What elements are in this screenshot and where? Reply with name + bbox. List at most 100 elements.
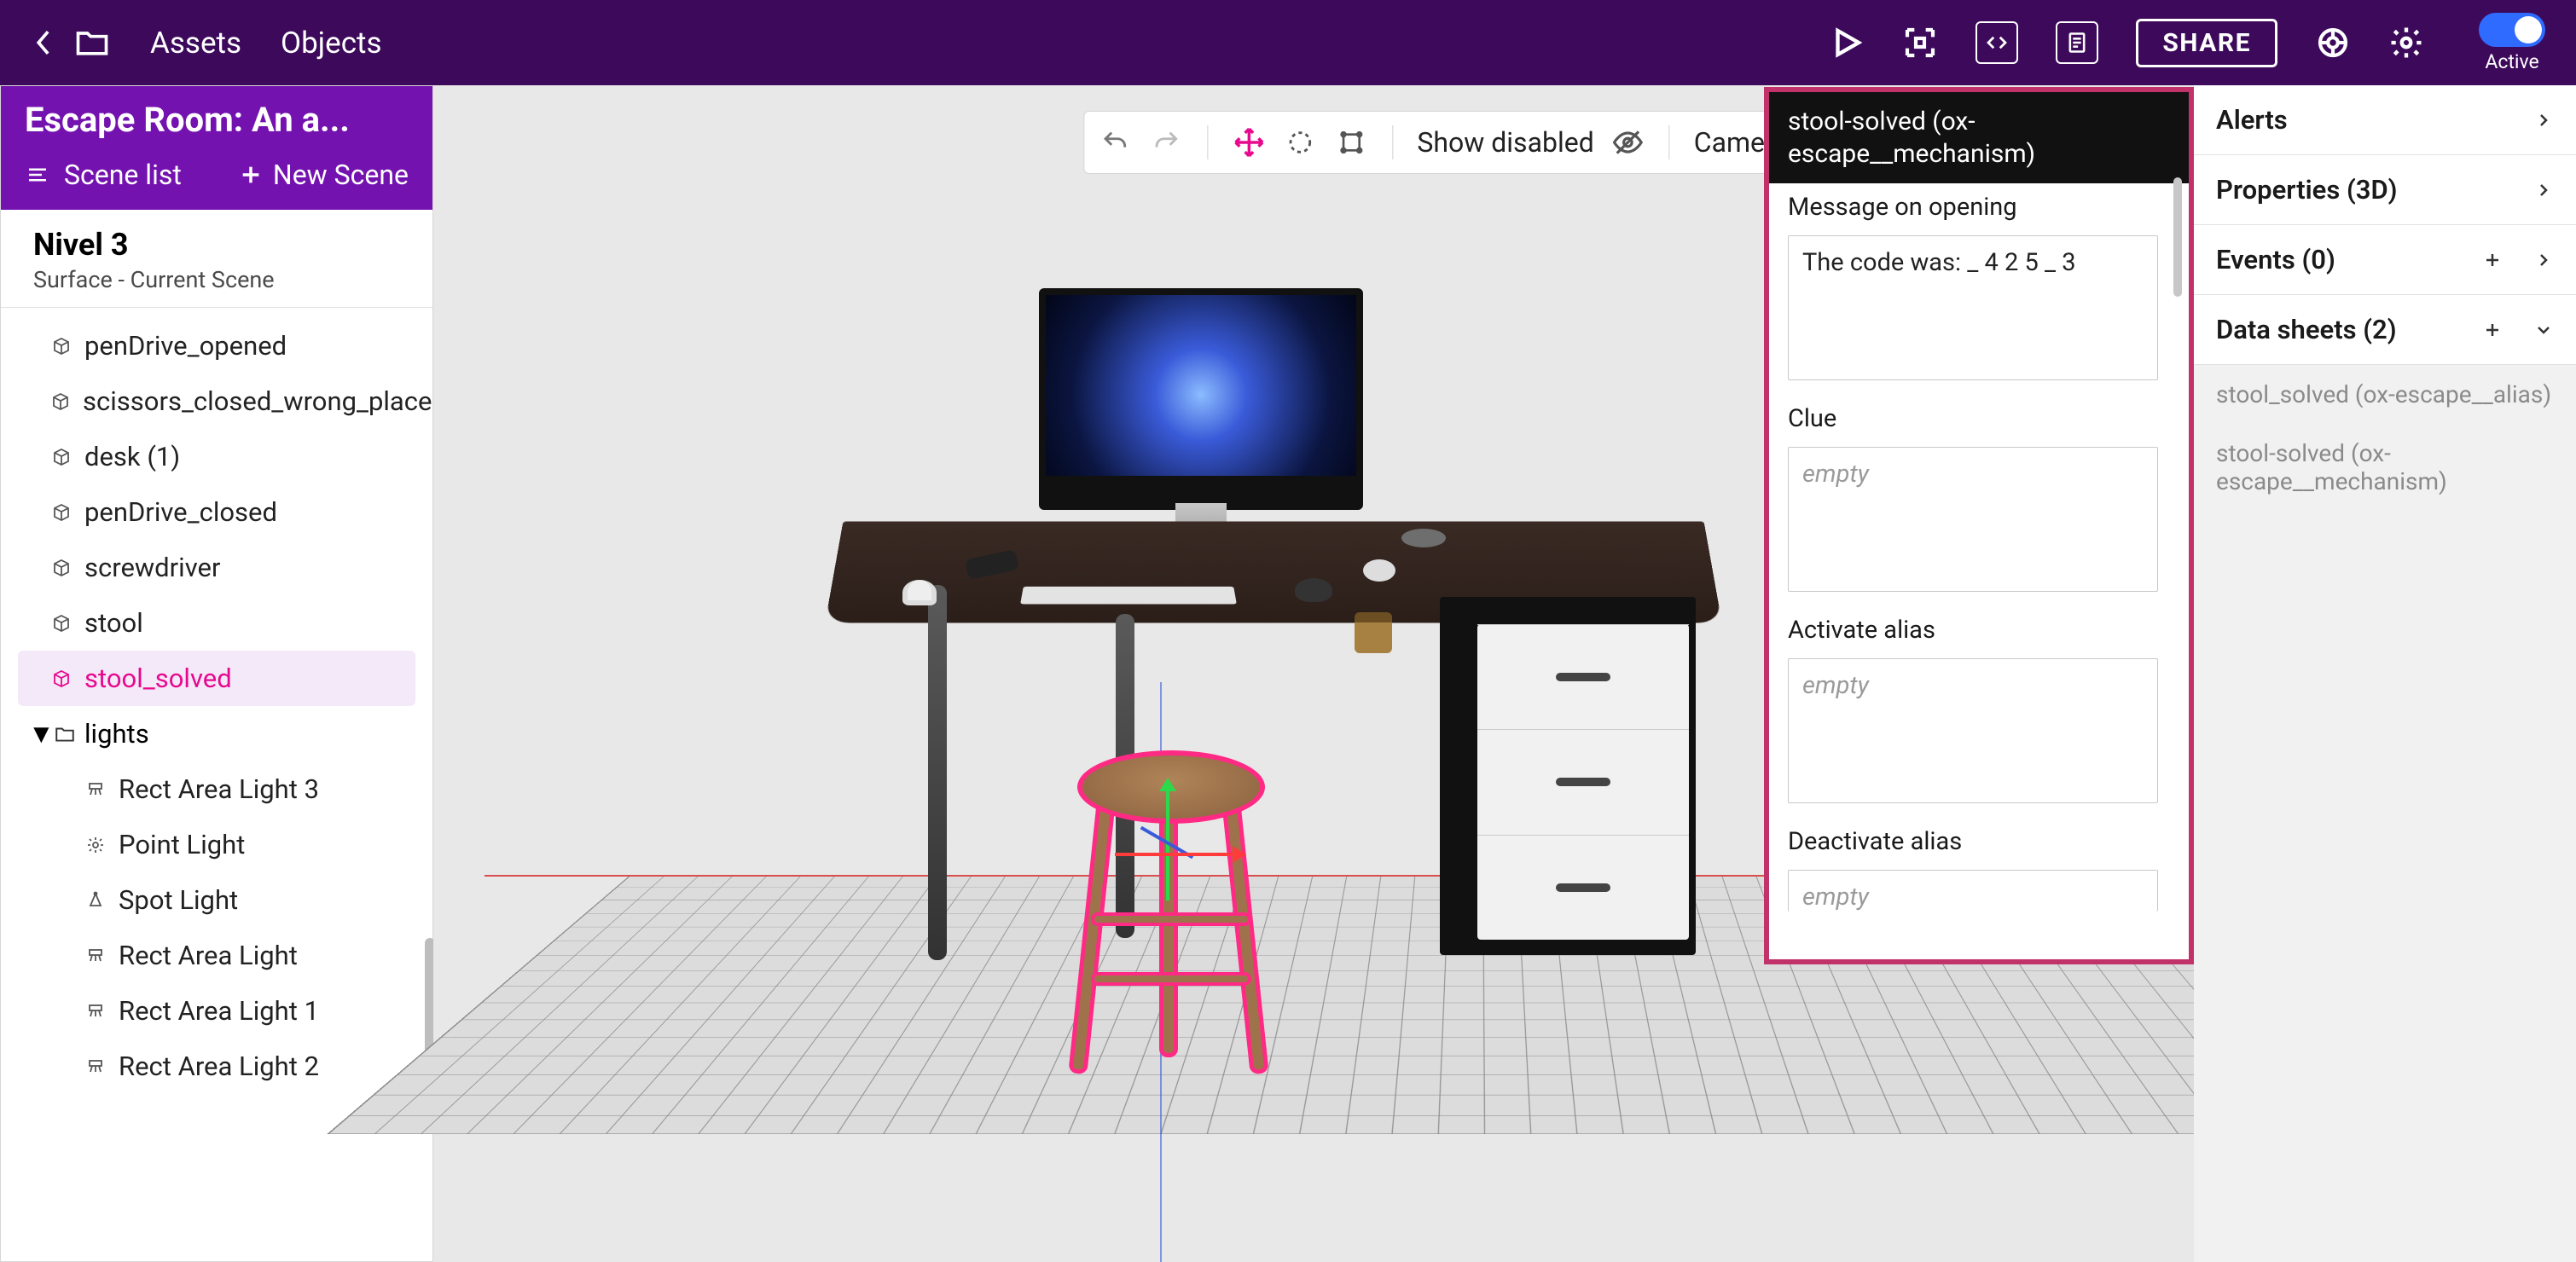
field-label-clue: Clue — [1788, 404, 2158, 433]
assets-tab[interactable]: Assets — [150, 26, 241, 61]
tree-item-light[interactable]: Rect Area Light 1 — [28, 983, 415, 1039]
scene-header[interactable]: Nivel 3 Surface - Current Scene — [1, 210, 432, 308]
tree-item-label: penDrive_closed — [84, 496, 277, 528]
topbar-left: Assets Objects — [31, 24, 382, 61]
active-toggle-wrap: Active — [2479, 13, 2545, 73]
settings-icon[interactable] — [2388, 25, 2424, 61]
project-title: Escape Room: An a... — [25, 100, 409, 140]
tree-item-label: stool_solved — [84, 663, 232, 694]
undo-button[interactable] — [1098, 125, 1132, 159]
cube-icon — [50, 557, 73, 579]
tree-item-stool-solved[interactable]: stool_solved — [18, 651, 415, 706]
tree-item-pendrive-closed[interactable]: penDrive_closed — [18, 484, 415, 540]
cube-icon — [50, 668, 73, 690]
tree-item-light[interactable]: Rect Area Light — [28, 928, 415, 983]
share-button[interactable]: SHARE — [2136, 19, 2277, 67]
chevron-right-icon — [2533, 180, 2554, 200]
tree-item-stool[interactable]: stool — [18, 595, 415, 651]
scene-stool-selected[interactable] — [1077, 750, 1265, 1083]
deactivate-alias-input[interactable]: empty — [1788, 870, 2158, 912]
cube-icon — [50, 612, 73, 634]
scene-name: Nivel 3 — [33, 227, 409, 263]
inspector-datasheets-label: Data sheets (2) — [2216, 314, 2397, 345]
inspector-datasheets[interactable]: Data sheets (2) — [2194, 295, 2576, 365]
field-label-message: Message on opening — [1788, 193, 2158, 222]
tree-item-label: Spot Light — [119, 884, 238, 916]
active-toggle-label: Active — [2485, 50, 2538, 73]
plus-icon[interactable] — [2482, 320, 2503, 340]
left-panel: Escape Room: An a... Scene list New Scen… — [0, 85, 433, 1262]
tree-item-scissors[interactable]: scissors_closed_wrong_place... — [18, 373, 415, 429]
scale-tool[interactable] — [1334, 125, 1368, 159]
back-to-folder-button[interactable] — [31, 24, 111, 61]
plus-icon[interactable] — [2482, 250, 2503, 270]
show-disabled-label: Show disabled — [1417, 126, 1593, 159]
inspector-properties[interactable]: Properties (3D) — [2194, 155, 2576, 225]
topbar: Assets Objects SHARE — [0, 0, 2576, 85]
scene-subtitle: Surface - Current Scene — [33, 266, 409, 293]
area-light-icon — [84, 1056, 107, 1078]
inspector-events-label: Events (0) — [2216, 244, 2335, 275]
cube-icon — [50, 335, 73, 357]
topbar-right: SHARE Active — [1829, 13, 2545, 73]
tree-item-label: penDrive_opened — [84, 330, 287, 362]
tree-folder-lights[interactable]: ▼ lights — [18, 706, 415, 761]
scene-cup — [902, 580, 937, 605]
activate-alias-input[interactable]: empty — [1788, 658, 2158, 803]
tree-item-light[interactable]: Rect Area Light 3 — [28, 761, 415, 817]
area-light-icon — [84, 1000, 107, 1022]
clue-input[interactable]: empty — [1788, 447, 2158, 592]
point-light-icon — [84, 834, 107, 856]
field-label-activate: Activate alias — [1788, 616, 2158, 645]
scene-list-button[interactable]: Scene list — [25, 159, 182, 191]
tree-item-desk[interactable]: desk (1) — [18, 429, 415, 484]
new-scene-button[interactable]: New Scene — [239, 159, 409, 191]
datasheet-item[interactable]: stool_solved (ox-escape__alias) — [2194, 365, 2576, 424]
message-on-opening-input[interactable]: The code was: _ 4 2 5 _ 3 — [1788, 235, 2158, 380]
field-label-deactivate: Deactivate alias — [1788, 827, 2158, 856]
tree-item-light[interactable]: Spot Light — [28, 872, 415, 928]
folder-icon — [54, 723, 76, 745]
caret-down-icon: ▼ — [28, 718, 45, 750]
tree-item-light[interactable]: Rect Area Light 2 — [28, 1039, 415, 1094]
active-toggle[interactable] — [2479, 13, 2545, 47]
inspector-alerts[interactable]: Alerts — [2194, 85, 2576, 155]
rotate-tool[interactable] — [1283, 125, 1317, 159]
objects-tab[interactable]: Objects — [281, 26, 382, 61]
tree-item-label: Point Light — [119, 829, 245, 860]
cube-icon — [50, 391, 71, 413]
inspector-properties-label: Properties (3D) — [2216, 174, 2398, 206]
tree-item-label: screwdriver — [84, 552, 220, 583]
new-scene-label: New Scene — [273, 159, 409, 191]
spot-light-icon — [84, 889, 107, 912]
tree-item-light[interactable]: Point Light — [28, 817, 415, 872]
qr-scan-icon[interactable] — [1902, 25, 1938, 61]
tree-item-label: stool — [84, 607, 143, 639]
inspector-panel: Alerts Properties (3D) Events (0) Data s… — [2194, 85, 2576, 1262]
app-root: Assets Objects SHARE — [0, 0, 2576, 1262]
chevron-down-icon — [2533, 320, 2554, 340]
project-header: Escape Room: An a... Scene list New Scen… — [1, 86, 432, 210]
redo-button[interactable] — [1149, 125, 1183, 159]
help-icon[interactable] — [2315, 25, 2351, 61]
cube-icon — [50, 501, 73, 524]
visibility-toggle[interactable] — [1611, 125, 1645, 159]
code-button[interactable] — [1976, 21, 2018, 64]
cube-icon — [50, 446, 73, 468]
scene-mouse — [1295, 578, 1332, 602]
scene-padlock — [1355, 612, 1392, 653]
tree-item-screwdriver[interactable]: screwdriver — [18, 540, 415, 595]
scene-monitor — [1039, 288, 1363, 510]
datasheet-body[interactable]: Message on opening The code was: _ 4 2 5… — [1769, 165, 2177, 959]
tree-item-pendrive-opened[interactable]: penDrive_opened — [18, 318, 415, 373]
move-tool[interactable] — [1232, 125, 1266, 159]
play-icon[interactable] — [1829, 25, 1865, 61]
tree-item-label: Rect Area Light — [119, 940, 298, 971]
tree-item-label: Rect Area Light 2 — [119, 1051, 319, 1082]
inspector-events[interactable]: Events (0) — [2194, 225, 2576, 295]
scene-ashtray — [1401, 529, 1446, 547]
chevron-right-icon — [2533, 250, 2554, 270]
gizmo-x-axis[interactable] — [1115, 853, 1243, 856]
datasheet-item[interactable]: stool-solved (ox-escape__mechanism) — [2194, 424, 2576, 511]
document-button[interactable] — [2056, 21, 2098, 64]
